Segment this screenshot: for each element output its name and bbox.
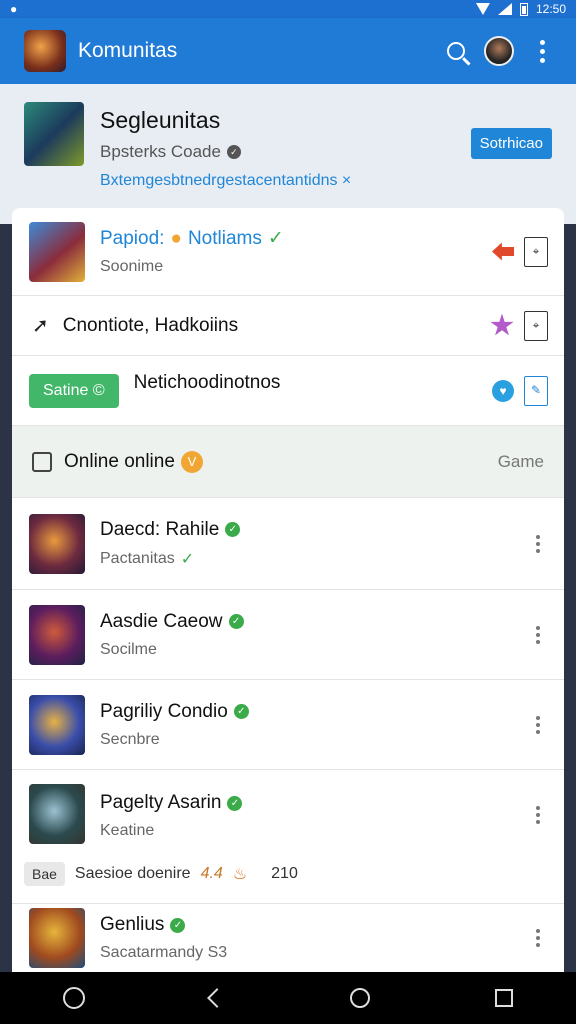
- subscribe-button[interactable]: Sotrhicao: [470, 128, 552, 159]
- item-menu-button[interactable]: [536, 625, 540, 644]
- item-menu-button[interactable]: [536, 534, 540, 553]
- shortcut-label: Cnontiote, Hadkoiins: [62, 314, 239, 336]
- share-arrow-icon[interactable]: [492, 242, 514, 261]
- wifi-icon: [475, 3, 490, 15]
- check-icon: ✓: [267, 228, 284, 249]
- community-subtitle: Bpsterks Coade ✓: [100, 142, 471, 162]
- list-item[interactable]: Pagriliy Condio ✓ Secnbre: [12, 680, 564, 770]
- search-button[interactable]: [436, 31, 476, 71]
- battery-icon: [519, 2, 528, 16]
- app-bar: Komunitas: [0, 18, 576, 84]
- content-card: Papiod: ● Notliams ✓ Soonime ⌖ ➚ Cnontio…: [12, 208, 564, 972]
- game-label[interactable]: Game: [498, 452, 544, 472]
- item-menu-button[interactable]: [536, 929, 540, 947]
- check-icon: ✓: [180, 550, 195, 568]
- edit-button[interactable]: ✎: [524, 375, 548, 406]
- thumbnail: [29, 784, 85, 844]
- item-menu-button[interactable]: [536, 806, 540, 824]
- back-icon[interactable]: [207, 988, 228, 1008]
- status-row[interactable]: Satine © Netichoodinotnos ♥ ✎: [12, 356, 564, 426]
- pin-button[interactable]: ⌖: [524, 310, 548, 341]
- verified-icon: ✓: [226, 145, 241, 159]
- arrow-icon: ➚: [32, 315, 49, 337]
- verified-icon: ✓: [170, 917, 186, 933]
- community-image: [24, 102, 84, 166]
- star-icon[interactable]: [490, 313, 514, 336]
- notification-icon: ●: [10, 2, 18, 16]
- thumbnail: [29, 604, 85, 665]
- count-value: 210: [271, 865, 298, 882]
- verified-icon: ✓: [227, 795, 243, 811]
- window-icon: [32, 451, 52, 472]
- rating-value: 4.4: [200, 865, 223, 882]
- item-tag[interactable]: Bae: [24, 862, 65, 886]
- community-title: Segleunitas: [100, 107, 221, 133]
- meta-label: Saesioe doenire: [74, 865, 191, 882]
- app-logo: [24, 30, 66, 72]
- assistant-icon[interactable]: [62, 987, 85, 1009]
- overflow-menu-button[interactable]: [522, 31, 562, 71]
- list-item[interactable]: Aasdie Caeow ✓ Socilme: [12, 590, 564, 680]
- status-pill[interactable]: Satine ©: [29, 373, 119, 408]
- app-title: Komunitas: [78, 39, 178, 62]
- list-item[interactable]: Daecd: Rahile ✓ Pactanitas ✓: [12, 498, 564, 590]
- fire-icon: ♨: [232, 866, 248, 883]
- status-time: 12:50: [535, 2, 566, 16]
- featured-item[interactable]: Papiod: ● Notliams ✓ Soonime ⌖: [12, 208, 564, 296]
- thumbnail: [29, 513, 85, 574]
- verified-icon: ✓: [228, 614, 244, 629]
- verified-icon: ✓: [233, 704, 249, 719]
- status-label: Netichoodinotnos: [133, 371, 281, 393]
- badge-icon: ●: [170, 227, 182, 249]
- community-header: Segleunitas Bpsterks Coade ✓ Bxtemgesbtn…: [0, 84, 576, 224]
- recents-icon[interactable]: [495, 989, 514, 1007]
- list-item[interactable]: Genlius ✓ Sacatarmandy S3: [12, 904, 564, 972]
- thumbnail: [29, 908, 85, 968]
- avatar[interactable]: [484, 36, 514, 66]
- signal-icon: [497, 3, 512, 15]
- verified-icon: ✓: [225, 522, 241, 537]
- like-icon[interactable]: ♥: [492, 379, 514, 402]
- featured-subtitle: Soonime: [100, 258, 164, 275]
- online-row[interactable]: Online online V Game: [12, 426, 564, 498]
- pin-button[interactable]: ⌖: [524, 236, 548, 267]
- item-menu-button[interactable]: [536, 715, 540, 734]
- system-nav-bar: [0, 972, 576, 1024]
- item-meta: Bae Saesioe doenire 4.4 ♨ 210: [24, 862, 298, 886]
- thumbnail: [29, 221, 85, 282]
- community-link[interactable]: Bxtemgesbtnedrgestacentantidns ×: [100, 172, 471, 190]
- online-label: Online online: [64, 450, 175, 472]
- status-bar: ● 12:50: [0, 0, 576, 18]
- thumbnail: [29, 694, 85, 755]
- search-icon: [447, 42, 465, 60]
- online-badge: V: [180, 450, 203, 473]
- shortcut-row[interactable]: ➚ Cnontiote, Hadkoiins ⌖: [12, 296, 564, 356]
- home-icon[interactable]: [349, 988, 370, 1008]
